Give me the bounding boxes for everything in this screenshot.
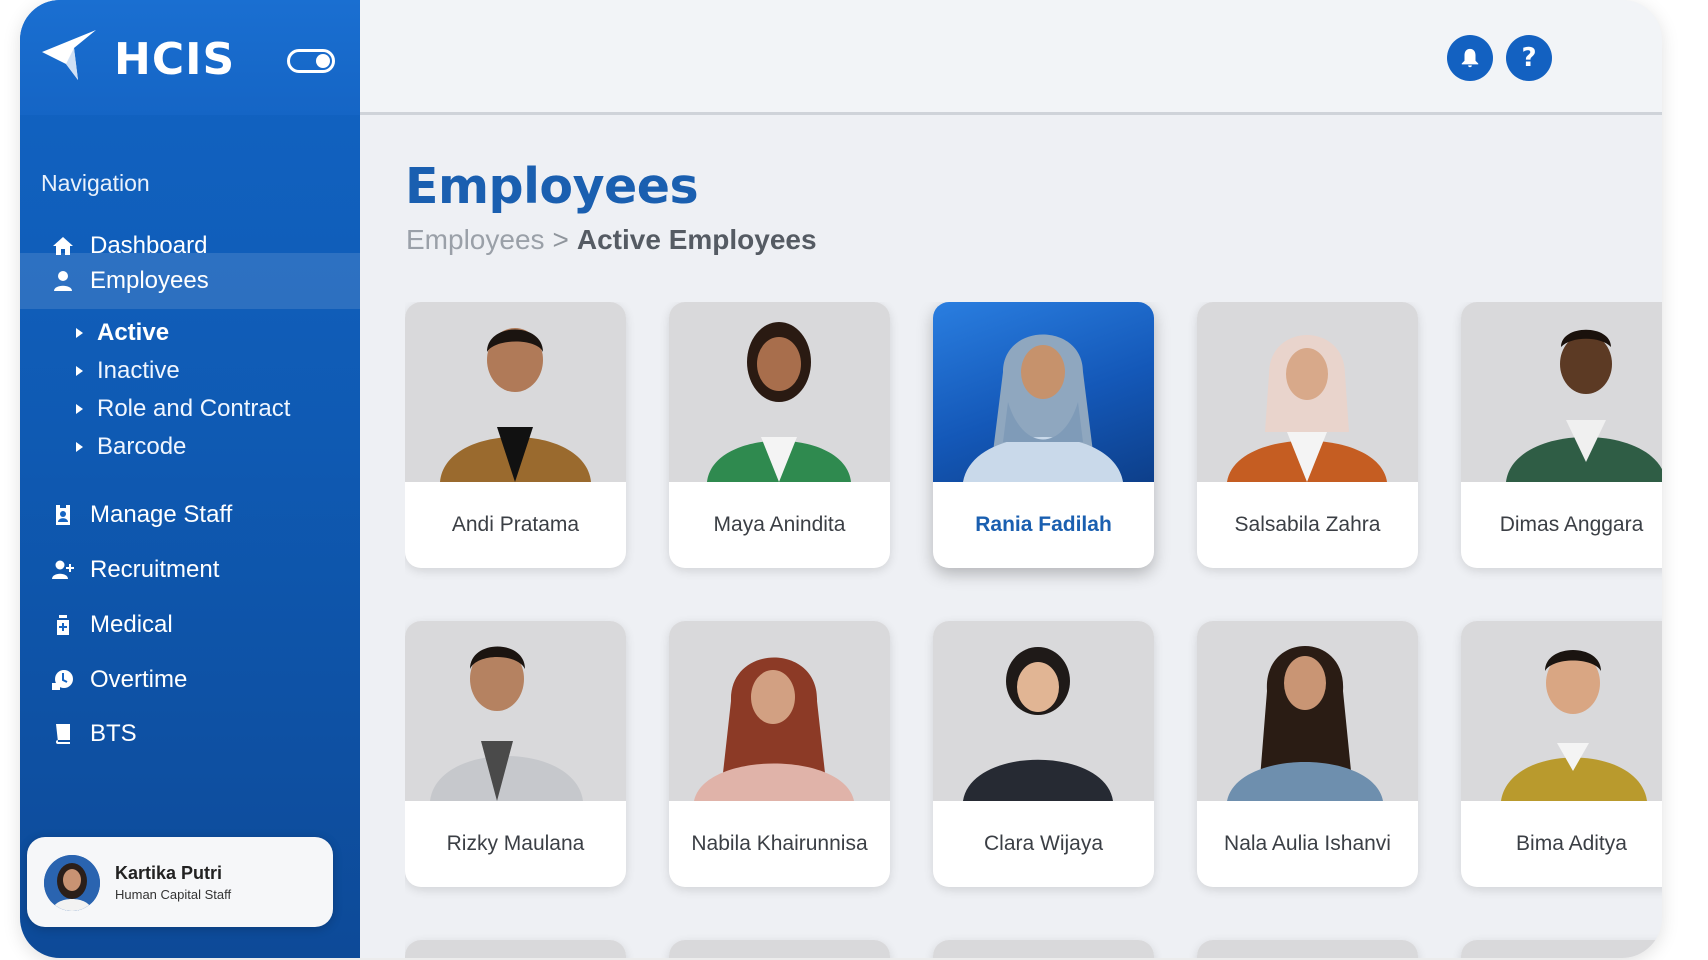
employee-name: Nabila Khairunnisa [691, 832, 868, 855]
bullet-icon [76, 328, 83, 338]
employee-grid: Andi Pratama Maya Anindita Rania Fadilah… [405, 302, 1662, 958]
employee-card[interactable]: Bima Aditya [1461, 621, 1662, 887]
sidebar-subitem-label: Barcode [97, 433, 187, 460]
brand-header: HCIS [20, 0, 360, 115]
employee-card-selected[interactable]: Rania Fadilah [933, 302, 1154, 568]
employee-photo [1461, 302, 1662, 482]
employee-card[interactable]: Maya Anindita [669, 302, 890, 568]
employee-photo [669, 621, 890, 801]
employee-card[interactable] [1197, 940, 1418, 958]
bullet-icon [76, 366, 83, 376]
employee-card[interactable] [405, 940, 626, 958]
employee-name: Rizky Maulana [446, 832, 585, 855]
app-window: HCIS Navigation Dashboard Employees Acti… [20, 0, 1662, 958]
employee-name: Maya Anindita [713, 513, 846, 536]
sidebar-subitem-label: Active [97, 319, 170, 346]
employee-name: Dimas Anggara [1499, 513, 1644, 536]
hcis-logo-icon [42, 30, 96, 80]
employee-photo [1197, 621, 1418, 801]
employee-photo [405, 621, 626, 801]
sidebar-subitem-label: Inactive [97, 357, 180, 384]
sidebar-item-label: Medical [90, 611, 173, 638]
sidebar-item-label: BTS [90, 720, 137, 747]
breadcrumb-parent[interactable]: Employees [406, 224, 545, 256]
breadcrumb: Employees > Active Employees [406, 224, 817, 256]
employee-name: Bima Aditya [1516, 832, 1627, 855]
sidebar-item-medical[interactable]: Medical [20, 597, 360, 653]
breadcrumb-current: Active Employees [576, 224, 817, 255]
brand-name: HCIS [114, 34, 236, 85]
employee-card[interactable]: Dimas Anggara [1461, 302, 1662, 568]
page-title: Employees [405, 158, 699, 215]
sidebar-item-label: Employees [90, 267, 209, 294]
avatar [44, 855, 100, 911]
bullet-icon [76, 442, 83, 452]
employee-name: Salsabila Zahra [1234, 513, 1381, 536]
person-icon [50, 268, 76, 294]
employee-card[interactable] [669, 940, 890, 958]
help-button[interactable]: ? [1506, 35, 1552, 81]
sidebar-item-employees[interactable]: Employees [20, 253, 360, 309]
id-badge-icon [50, 502, 76, 528]
person-add-icon [50, 557, 76, 583]
employee-name: Nala Aulia Ishanvi [1224, 832, 1391, 855]
sidebar-toggle[interactable] [287, 49, 335, 73]
sidebar-item-bts[interactable]: BTS [20, 706, 360, 762]
employee-photo [405, 302, 626, 482]
sidebar-subitem-inactive[interactable]: Inactive [76, 353, 180, 389]
sidebar-item-label: Recruitment [90, 556, 220, 583]
employee-card[interactable] [1461, 940, 1662, 958]
employee-card[interactable] [933, 940, 1154, 958]
bell-icon [1461, 48, 1479, 68]
employee-photo [933, 302, 1154, 482]
sidebar-item-overtime[interactable]: Overtime [20, 652, 360, 708]
sidebar-item-label: Manage Staff [90, 501, 233, 528]
employee-photo [933, 621, 1154, 801]
user-role: Human Capital Staff [115, 887, 232, 902]
sidebar-subitem-barcode[interactable]: Barcode [76, 429, 186, 465]
breadcrumb-separator: > [552, 224, 569, 255]
employee-name: Clara Wijaya [983, 832, 1104, 855]
sidebar-subitem-role-contract[interactable]: Role and Contract [76, 391, 290, 427]
employee-name: Andi Pratama [451, 513, 580, 536]
sidebar-subitem-active[interactable]: Active [76, 315, 169, 351]
employee-card[interactable]: Nala Aulia Ishanvi [1197, 621, 1418, 887]
employee-card[interactable]: Rizky Maulana [405, 621, 626, 887]
book-icon [50, 721, 76, 747]
employee-photo [1461, 621, 1662, 801]
employee-photo [669, 302, 890, 482]
user-profile-card[interactable]: Kartika Putri Human Capital Staff [27, 837, 333, 927]
clock-money-icon [50, 667, 76, 693]
employee-card[interactable]: Nabila Khairunnisa [669, 621, 890, 887]
sidebar-subitem-label: Role and Contract [97, 395, 291, 422]
employee-name: Rania Fadilah [975, 513, 1112, 536]
user-name: Kartika Putri [115, 863, 223, 883]
sidebar-item-label: Overtime [90, 666, 188, 693]
top-bar: ? [360, 0, 1662, 115]
sidebar-item-manage-staff[interactable]: Manage Staff [20, 487, 360, 543]
medical-bottle-icon [50, 612, 76, 638]
notifications-button[interactable] [1447, 35, 1493, 81]
employee-card[interactable]: Andi Pratama [405, 302, 626, 568]
sidebar: HCIS Navigation Dashboard Employees Acti… [20, 0, 360, 958]
help-icon: ? [1521, 43, 1537, 73]
employee-card[interactable]: Salsabila Zahra [1197, 302, 1418, 568]
employee-card[interactable]: Clara Wijaya [933, 621, 1154, 887]
bullet-icon [76, 404, 83, 414]
employee-photo [1197, 302, 1418, 482]
sidebar-item-recruitment[interactable]: Recruitment [20, 542, 360, 598]
nav-heading: Navigation [41, 170, 150, 196]
